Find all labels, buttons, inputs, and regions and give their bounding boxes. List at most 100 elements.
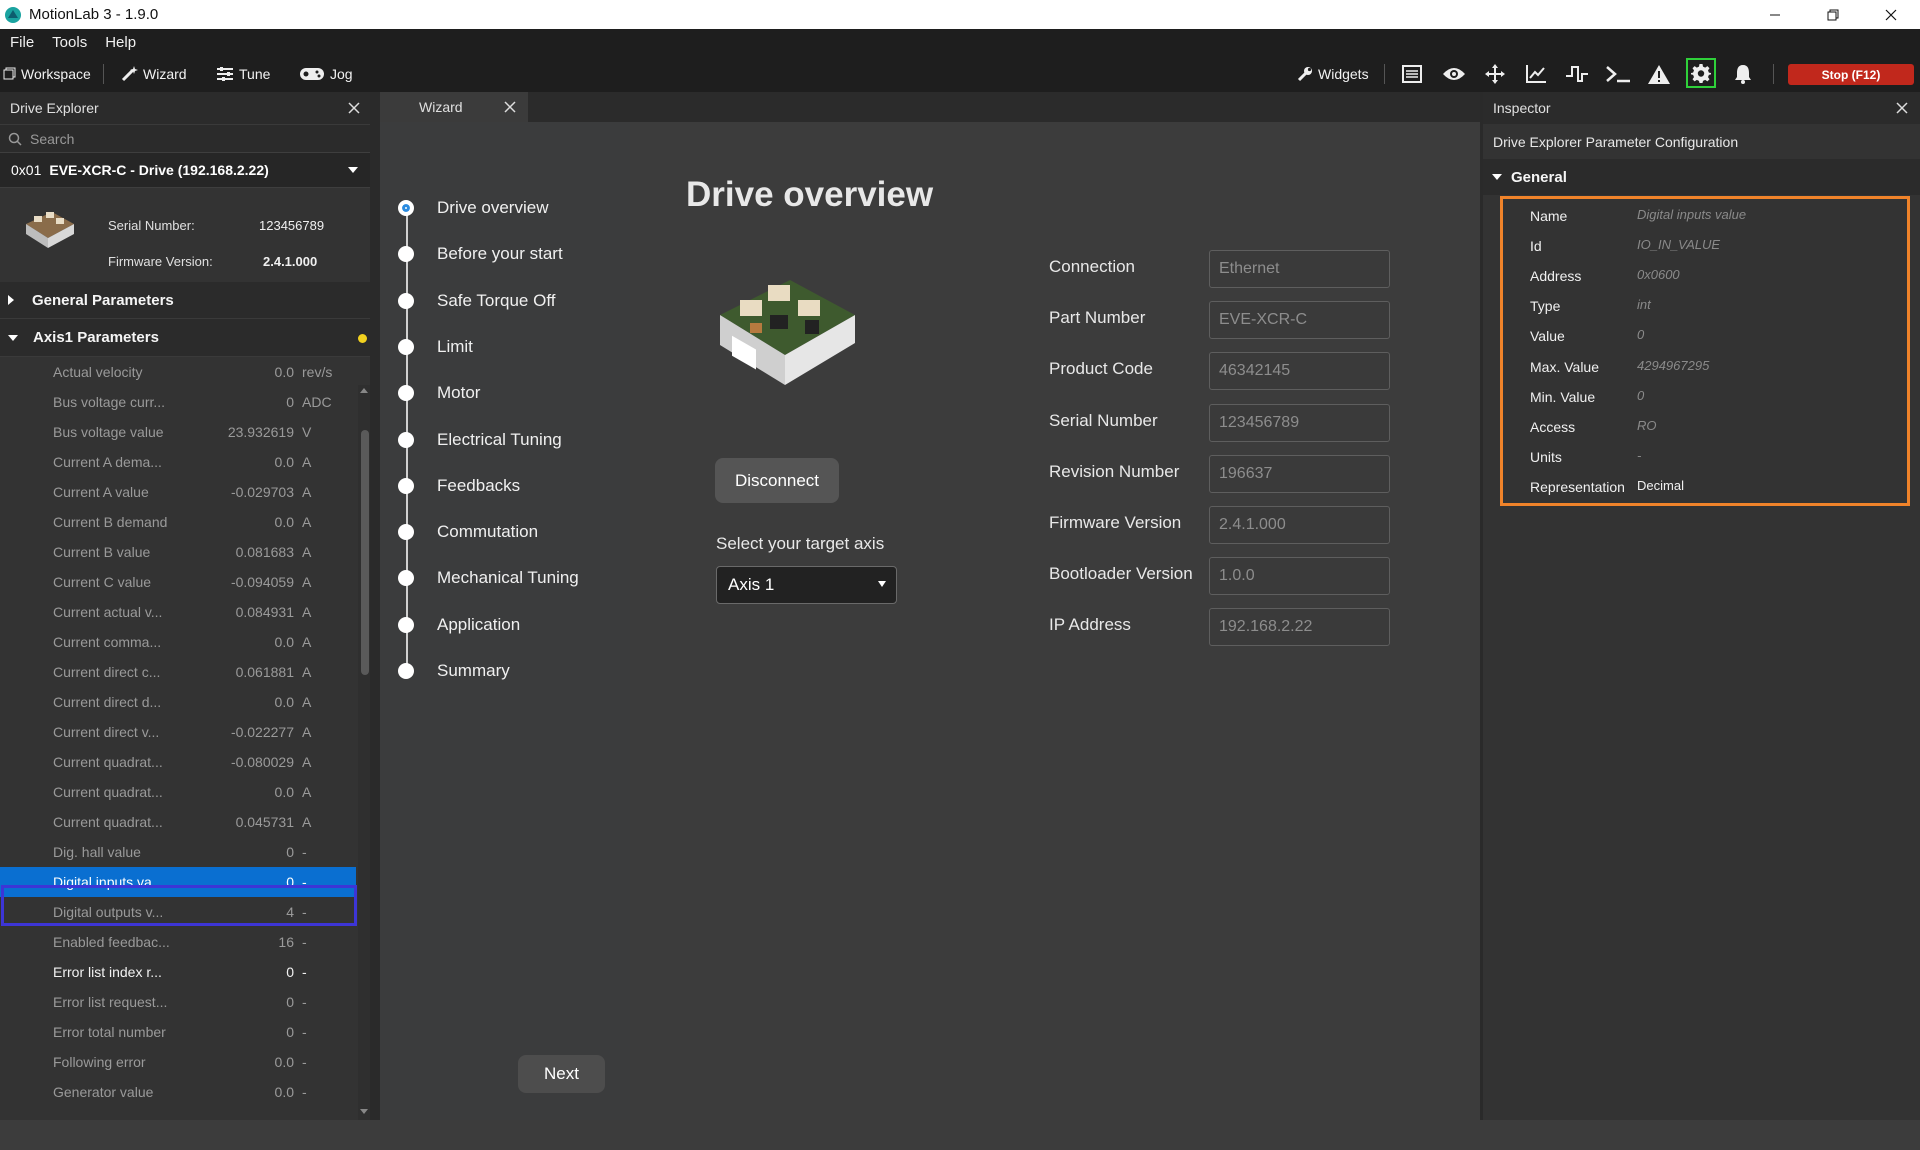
parameter-name: Current B demand xyxy=(53,514,168,530)
inspector-general-section[interactable]: General xyxy=(1483,159,1920,195)
section-label: General xyxy=(1511,168,1567,186)
scrollbar-thumb[interactable] xyxy=(361,430,369,675)
parameter-row[interactable]: Current comma... 0.0 A xyxy=(0,627,356,657)
parameter-row[interactable]: Current quadrat... -0.080029 A xyxy=(0,747,356,777)
jog-button[interactable]: Jog xyxy=(299,55,353,92)
disconnect-button[interactable]: Disconnect xyxy=(715,458,839,503)
wizard-step[interactable]: Mechanical Tuning xyxy=(398,568,579,588)
page-title: Drive overview xyxy=(686,175,934,214)
parameter-row[interactable]: Actual velocity 0.0 rev/s xyxy=(0,357,356,387)
chevron-down-icon xyxy=(878,581,886,587)
wizard-step[interactable]: Feedbacks xyxy=(398,476,520,496)
drive-image xyxy=(720,280,855,385)
workspace-button[interactable]: Workspace xyxy=(3,55,91,92)
wizard-step[interactable]: Commutation xyxy=(398,522,538,542)
list-button[interactable] xyxy=(1398,60,1426,88)
menu-help[interactable]: Help xyxy=(105,34,136,51)
parameter-name: Current direct v... xyxy=(53,724,160,740)
restore-button[interactable] xyxy=(1804,0,1862,29)
search-input[interactable]: Search xyxy=(0,124,370,152)
tune-icon xyxy=(217,66,233,81)
parameter-row[interactable]: Current C value -0.094059 A xyxy=(0,567,356,597)
parameter-row[interactable]: Dig. hall value 0- xyxy=(0,837,356,867)
parameter-name: Current B value xyxy=(53,544,151,560)
tune-button[interactable]: Tune xyxy=(216,55,270,92)
readonly-field: 1.0.0 xyxy=(1209,557,1390,596)
menu-tools[interactable]: Tools xyxy=(52,34,87,51)
wizard-step[interactable]: Limit xyxy=(398,337,473,357)
parameter-unit: rev/s xyxy=(302,364,333,380)
parameter-row[interactable]: Current direct c... 0.061881 A xyxy=(0,657,356,687)
wizard-step[interactable]: Electrical Tuning xyxy=(398,430,562,450)
next-button[interactable]: Next xyxy=(518,1055,605,1093)
parameter-row[interactable]: Current quadrat... 0.0 A xyxy=(0,777,356,807)
parameter-row[interactable]: Error total number 0- xyxy=(0,1017,356,1047)
close-icon[interactable] xyxy=(1896,102,1908,114)
section-label: Axis1 Parameters xyxy=(33,329,159,346)
scroll-up-icon[interactable] xyxy=(358,385,370,395)
panel-divider[interactable] xyxy=(370,92,380,1120)
wizard-step[interactable]: Application xyxy=(398,615,520,635)
close-icon[interactable] xyxy=(504,101,516,113)
parameter-name: Current quadrat... xyxy=(53,784,163,800)
wizard-step[interactable]: Drive overview xyxy=(398,198,548,218)
inspector-value: 0x0600 xyxy=(1637,267,1680,283)
parameter-row[interactable]: Current B demand 0.0 A xyxy=(0,507,356,537)
tab-wizard[interactable]: Wizard xyxy=(380,92,528,122)
parameter-row[interactable]: Current actual v... 0.084931 A xyxy=(0,597,356,627)
minimize-button[interactable] xyxy=(1746,0,1804,29)
close-window-button[interactable] xyxy=(1862,0,1920,29)
parameter-row[interactable]: Current direct d... 0.0 A xyxy=(0,687,356,717)
wizard-step[interactable]: Safe Torque Off xyxy=(398,291,555,311)
close-icon[interactable] xyxy=(348,102,360,114)
move-button[interactable] xyxy=(1481,60,1509,88)
parameter-row[interactable]: Bus voltage curr... 0 ADC xyxy=(0,387,356,417)
settings-button[interactable] xyxy=(1686,58,1716,88)
field-label: IP Address xyxy=(1049,615,1131,635)
field-label: Product Code xyxy=(1049,359,1153,379)
axis-select[interactable]: Axis 1 xyxy=(716,566,897,604)
parameter-row[interactable]: Current A dema... 0.0 A xyxy=(0,447,356,477)
parameter-row[interactable]: Current direct v... -0.022277 A xyxy=(0,717,356,747)
workspace-icon xyxy=(3,67,16,80)
parameter-row[interactable]: Current A value -0.029703 A xyxy=(0,477,356,507)
inspector-value[interactable]: Decimal xyxy=(1637,478,1684,493)
parameter-row[interactable]: Enabled feedbac... 16- xyxy=(0,927,356,957)
scroll-down-icon[interactable] xyxy=(358,1107,370,1117)
parameter-name: Current direct c... xyxy=(53,664,161,680)
wizard-step[interactable]: Summary xyxy=(398,661,510,681)
parameter-unit: A xyxy=(302,484,312,500)
widgets-button[interactable]: Widgets xyxy=(1297,55,1369,92)
parameter-unit: - xyxy=(302,1054,307,1070)
axis1-parameters-section[interactable]: Axis1 Parameters xyxy=(0,319,370,357)
parameter-row[interactable]: Generator value 0.0- xyxy=(0,1077,356,1107)
readonly-field: 196637 xyxy=(1209,454,1390,493)
parameter-row[interactable]: Following error 0.0- xyxy=(0,1047,356,1077)
wizard-step[interactable]: Before your start xyxy=(398,244,563,264)
parameter-value: 0.081683 xyxy=(235,544,294,560)
menu-file[interactable]: File xyxy=(10,34,34,51)
parameter-name: Generator value xyxy=(53,1084,154,1100)
parameter-row[interactable]: Error list index r... 0- xyxy=(0,957,356,987)
drive-selector[interactable]: 0x01 EVE-XCR-C - Drive (192.168.2.22) xyxy=(0,152,370,188)
scope-button[interactable] xyxy=(1522,60,1550,88)
parameter-name: Error total number xyxy=(53,1024,166,1040)
tab-label: Wizard xyxy=(419,99,463,115)
errors-button[interactable] xyxy=(1645,60,1673,88)
parameter-row[interactable]: Current quadrat... 0.045731 A xyxy=(0,807,356,837)
monitor-button[interactable] xyxy=(1440,60,1468,88)
parameter-row[interactable]: Current B value 0.081683 A xyxy=(0,537,356,567)
section-label: General Parameters xyxy=(32,291,174,309)
stop-button[interactable]: Stop (F12) xyxy=(1788,64,1914,85)
gamepad-icon xyxy=(300,67,324,80)
parameter-row[interactable]: Error list request... 0- xyxy=(0,987,356,1017)
parameter-row[interactable]: Bus voltage value 23.932619 V xyxy=(0,417,356,447)
wizard-step[interactable]: Motor xyxy=(398,383,480,403)
wizard-button[interactable]: Wizard xyxy=(121,55,187,92)
parameter-unit: A xyxy=(302,694,312,710)
notifications-button[interactable] xyxy=(1729,60,1757,88)
terminal-button[interactable] xyxy=(1604,60,1632,88)
general-parameters-section[interactable]: General Parameters xyxy=(0,282,370,319)
signal-button[interactable] xyxy=(1563,60,1591,88)
close-icon xyxy=(1885,9,1897,20)
